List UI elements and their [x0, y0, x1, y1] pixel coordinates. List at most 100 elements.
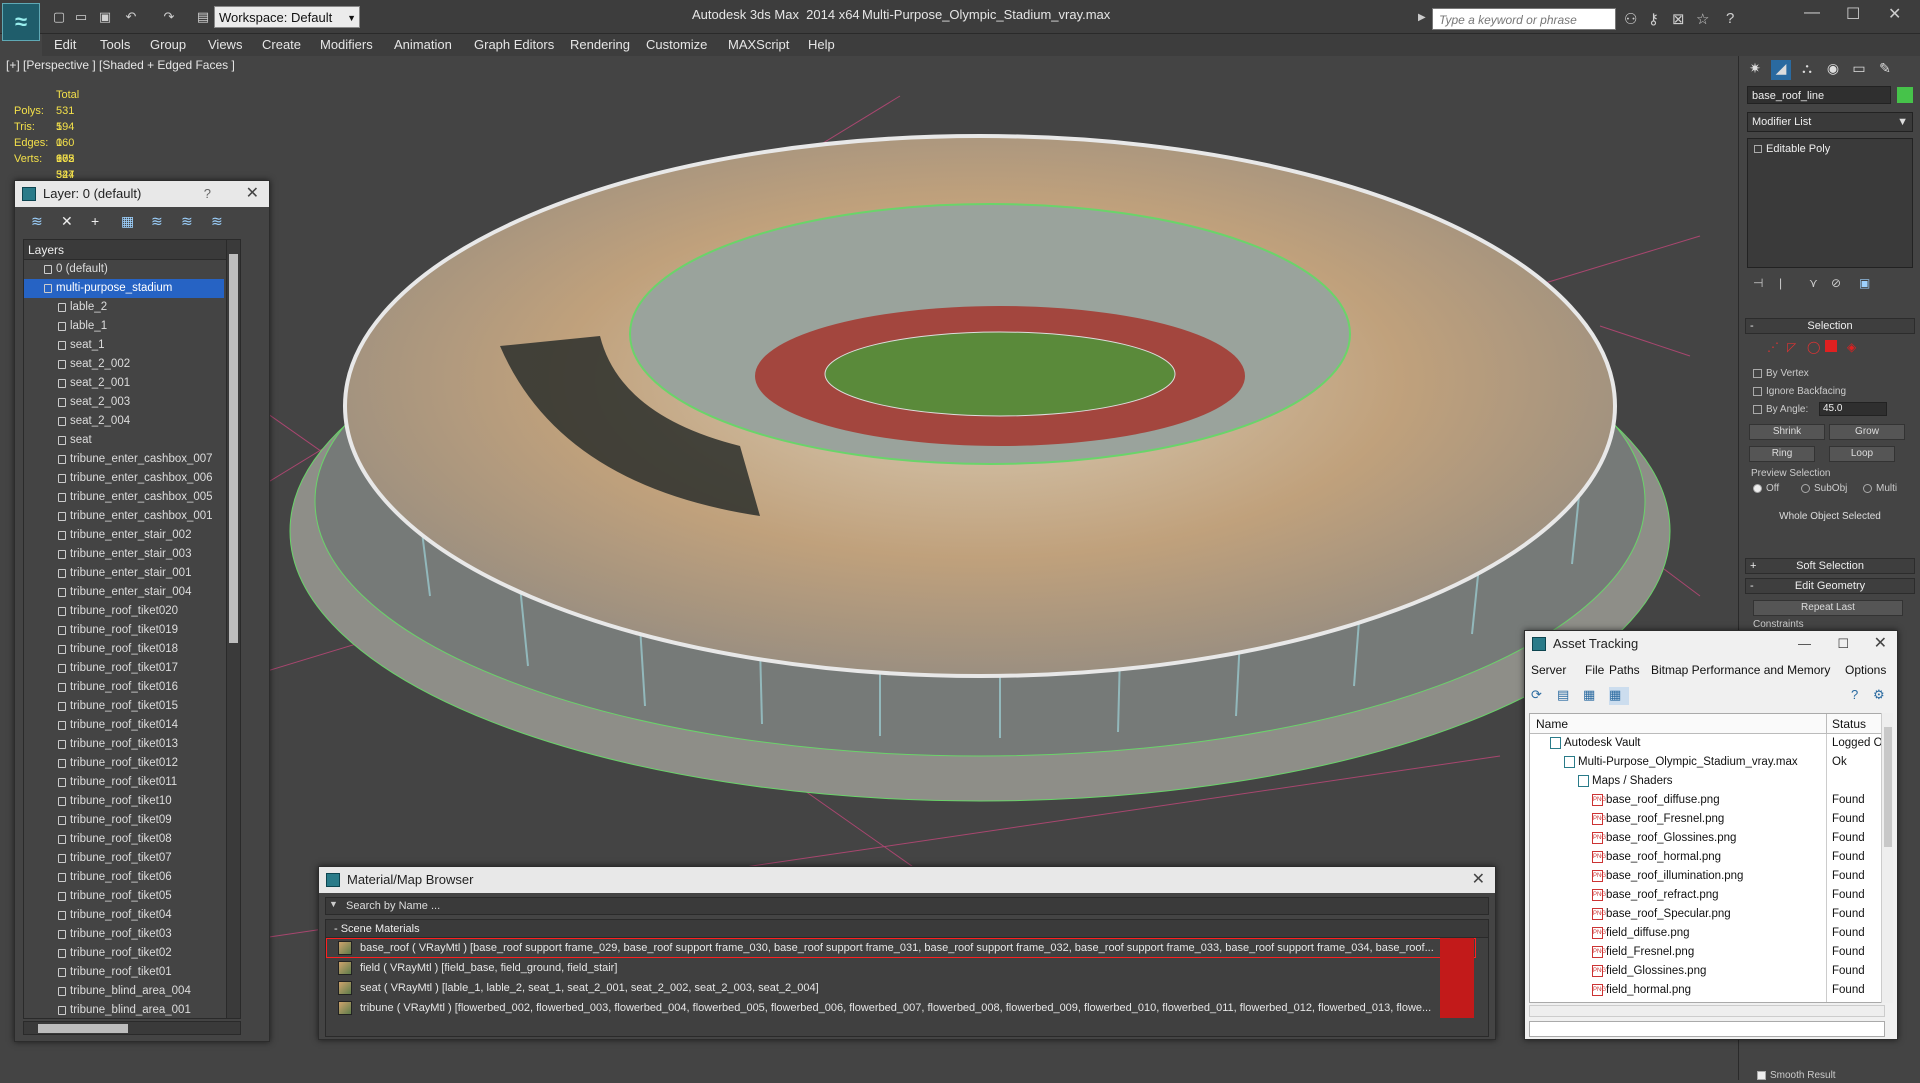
maximize-icon[interactable]: ☐	[1837, 631, 1849, 657]
freeze-all-icon[interactable]: ≋	[211, 213, 223, 230]
layer-object-row[interactable]: tribune_roof_tiket02	[24, 944, 224, 963]
layer-object-row[interactable]: tribune_roof_tiket013	[24, 735, 224, 754]
edge-mode-icon[interactable]: ◸	[1787, 340, 1796, 354]
vertical-scrollbar[interactable]	[1881, 713, 1893, 1003]
menu-edit[interactable]: Edit	[54, 37, 76, 52]
layer-object-row[interactable]: tribune_roof_tiket012	[24, 754, 224, 773]
vertical-scrollbar[interactable]	[226, 240, 240, 1018]
exchange-icon[interactable]: ⊠	[1672, 10, 1685, 28]
menu-rendering[interactable]: Rendering	[570, 37, 630, 52]
asset-row[interactable]: Maps / Shaders	[1530, 772, 1884, 791]
layer-object-row[interactable]: seat_2_003	[24, 393, 224, 412]
layer-object-row[interactable]: tribune_roof_tiket011	[24, 773, 224, 792]
table-view-icon[interactable]: ▦	[1583, 687, 1603, 705]
layer-object-row[interactable]: tribune_roof_tiket10	[24, 792, 224, 811]
layer-object-row[interactable]: tribune_roof_tiket05	[24, 887, 224, 906]
preview-multi-radio[interactable]: Multi	[1863, 483, 1897, 494]
asset-row[interactable]: Autodesk VaultLogged O	[1530, 734, 1884, 753]
material-row[interactable]: field ( VRayMtl ) [field_base, field_gro…	[326, 958, 1476, 978]
vertex-mode-icon[interactable]: ⋰	[1767, 340, 1779, 354]
layer-object-row[interactable]: tribune_roof_tiket015	[24, 697, 224, 716]
layer-object-row[interactable]: tribune_roof_tiket018	[24, 640, 224, 659]
shrink-button[interactable]: Shrink	[1749, 424, 1825, 440]
delete-layer-icon[interactable]: ✕	[61, 213, 73, 230]
create-layer-icon[interactable]: ≋	[31, 213, 43, 230]
close-icon[interactable]: ✕	[1874, 631, 1887, 657]
preview-subobj-radio[interactable]: SubObj	[1801, 483, 1847, 494]
menu-group[interactable]: Group	[150, 37, 186, 52]
asset-row[interactable]: PNGfield_diffuse.pngFound	[1530, 924, 1884, 943]
asset-row[interactable]: Multi-Purpose_Olympic_Stadium_vray.maxOk	[1530, 753, 1884, 772]
grow-button[interactable]: Grow	[1829, 424, 1905, 440]
modify-tab-icon[interactable]: ◢	[1771, 60, 1791, 80]
asset-row[interactable]: PNGfield_Glossines.pngFound	[1530, 962, 1884, 981]
menu-paths[interactable]: Paths	[1609, 663, 1640, 677]
layer-object-row[interactable]: seat_2_004	[24, 412, 224, 431]
new-file-icon[interactable]: ▢	[50, 8, 68, 26]
layer-object-row[interactable]: tribune_roof_tiket04	[24, 906, 224, 925]
asset-row[interactable]: PNGbase_roof_Specular.pngFound	[1530, 905, 1884, 924]
app-menu-button[interactable]: ≈	[2, 3, 40, 41]
layer-manager-titlebar[interactable]: Layer: 0 (default) ? ✕	[15, 181, 269, 207]
close-icon[interactable]: ✕	[246, 181, 259, 207]
menu-maxscript[interactable]: MAXScript	[728, 37, 789, 52]
refresh-icon[interactable]: ⟳	[1531, 687, 1551, 705]
display-tab-icon[interactable]: ▭	[1849, 60, 1869, 80]
layer-object-row[interactable]: tribune_roof_tiket016	[24, 678, 224, 697]
modifier-list-dropdown[interactable]: Modifier List ▼	[1747, 112, 1913, 132]
list-view-icon[interactable]: ▤	[1557, 687, 1577, 705]
layer-object-row[interactable]: tribune_blind_area_004	[24, 982, 224, 1001]
layer-object-row[interactable]: seat_2_002	[24, 355, 224, 374]
binoculars-icon[interactable]: ⚇	[1624, 10, 1637, 28]
edit-geometry-rollout[interactable]: -Edit Geometry	[1745, 578, 1915, 594]
material-row[interactable]: tribune ( VRayMtl ) [flowerbed_002, flow…	[326, 998, 1476, 1018]
menu-customize[interactable]: Customize	[646, 37, 707, 52]
pin-stack-icon[interactable]: ⊣	[1753, 276, 1763, 290]
motion-tab-icon[interactable]: ◉	[1823, 60, 1843, 80]
column-name[interactable]: Name	[1536, 714, 1568, 734]
menu-views[interactable]: Views	[208, 37, 242, 52]
layer-object-row[interactable]: tribune_enter_stair_001	[24, 564, 224, 583]
layer-object-row[interactable]: tribune_enter_stair_002	[24, 526, 224, 545]
undo-icon[interactable]: ↶	[122, 8, 140, 26]
menu-animation[interactable]: Animation	[394, 37, 452, 52]
show-end-result-icon[interactable]: |	[1779, 276, 1782, 290]
scroll-thumb[interactable]	[38, 1024, 128, 1033]
asset-row[interactable]: PNGbase_roof_Fresnel.pngFound	[1530, 810, 1884, 829]
layer-object-row[interactable]: tribune_roof_tiket03	[24, 925, 224, 944]
key-icon[interactable]: ⚷	[1648, 10, 1659, 28]
layer-object-row[interactable]: tribune_roof_tiket019	[24, 621, 224, 640]
material-row[interactable]: seat ( VRayMtl ) [lable_1, lable_2, seat…	[326, 978, 1476, 998]
menu-graph-editors[interactable]: Graph Editors	[474, 37, 554, 52]
polygon-mode-icon[interactable]	[1825, 340, 1837, 352]
help-icon[interactable]: ?	[204, 181, 211, 207]
scroll-thumb[interactable]	[1884, 727, 1892, 847]
selection-rollout[interactable]: -Selection	[1745, 318, 1915, 334]
layer-object-row[interactable]: tribune_enter_stair_004	[24, 583, 224, 602]
layer-object-row[interactable]: tribune_roof_tiket09	[24, 811, 224, 830]
layer-object-row[interactable]: tribune_enter_cashbox_001	[24, 507, 224, 526]
ring-button[interactable]: Ring	[1749, 446, 1815, 462]
scene-materials-group[interactable]: - Scene Materials	[326, 920, 1488, 938]
layer-object-row[interactable]: tribune_blind_area_001	[24, 1001, 224, 1020]
minimize-icon[interactable]: —	[1798, 631, 1811, 657]
menu-create[interactable]: Create	[262, 37, 301, 52]
layer-object-row[interactable]: tribune_roof_tiket017	[24, 659, 224, 678]
layer-object-row[interactable]: seat_1	[24, 336, 224, 355]
scene-materials-list[interactable]: - Scene Materials base_roof ( VRayMtl ) …	[325, 919, 1489, 1037]
utilities-tab-icon[interactable]: ✎	[1875, 60, 1895, 80]
layer-object-row[interactable]: tribune_enter_cashbox_005	[24, 488, 224, 507]
menu-bitmap-performance[interactable]: Bitmap Performance and Memory	[1651, 663, 1830, 677]
layer-object-row[interactable]: lable_2	[24, 298, 224, 317]
help-icon[interactable]: ?	[1851, 687, 1871, 705]
repeat-last-button[interactable]: Repeat Last	[1753, 600, 1903, 616]
help-icon[interactable]: ?	[1726, 10, 1734, 27]
menu-help[interactable]: Help	[808, 37, 835, 52]
asset-row[interactable]: PNGbase_roof_diffuse.pngFound	[1530, 791, 1884, 810]
menu-server[interactable]: Server	[1531, 663, 1566, 677]
layer-object-row[interactable]: lable_1	[24, 317, 224, 336]
by-vertex-checkbox[interactable]: By Vertex	[1753, 368, 1809, 379]
layer-object-row[interactable]: tribune_roof_tiket014	[24, 716, 224, 735]
settings-icon[interactable]: ⚙	[1873, 687, 1893, 705]
modifier-stack[interactable]: Editable Poly	[1747, 138, 1913, 268]
